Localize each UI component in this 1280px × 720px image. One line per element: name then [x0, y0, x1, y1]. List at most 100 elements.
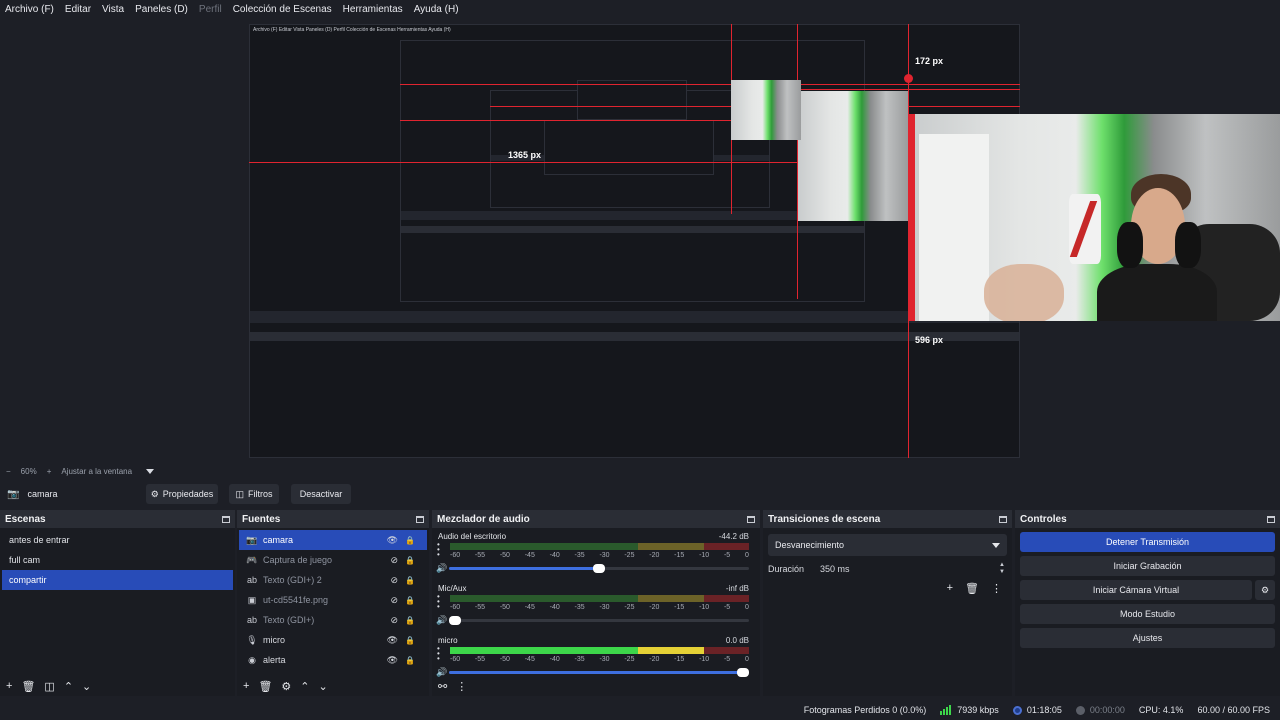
undock-icon[interactable] — [1267, 515, 1275, 523]
more-icon[interactable]: • • • — [437, 541, 440, 559]
undock-icon[interactable] — [416, 515, 424, 523]
menu-tools[interactable]: Herramientas — [343, 4, 403, 15]
volume-slider[interactable] — [449, 564, 749, 573]
scene-item[interactable]: full cam — [2, 550, 233, 570]
start-recording-button[interactable]: Iniciar Grabación — [1020, 556, 1275, 576]
lock-icon[interactable]: 🔒 — [405, 596, 415, 605]
fps-indicator: 60.00 / 60.00 FPS — [1197, 705, 1270, 715]
level-meter — [450, 595, 749, 602]
controls-dock: Controles Detener Transmisión Iniciar Gr… — [1015, 510, 1280, 696]
lock-icon[interactable]: 🔒 — [405, 556, 415, 565]
source-item[interactable]: ab Texto (GDI+) 2 ⊘ 🔒 — [239, 570, 427, 590]
preview-area[interactable]: Archivo (F) Editar Vista Paneles (D) Per… — [0, 18, 1280, 463]
chevron-down-icon[interactable]: ⌄ — [319, 680, 328, 693]
chevron-down-icon[interactable]: ⌄ — [82, 680, 91, 693]
source-item[interactable]: ◉ alerta 👁 🔒 — [239, 650, 427, 670]
menu-edit[interactable]: Editar — [65, 4, 91, 15]
menu-file[interactable]: Archivo (F) — [5, 4, 54, 15]
source-item[interactable]: 🎮 Captura de juego ⊘ 🔒 — [239, 550, 427, 570]
transitions-title: Transiciones de escena — [768, 513, 881, 525]
filters-button[interactable]: ◫ Filtros — [229, 484, 279, 504]
menu-docks[interactable]: Paneles (D) — [135, 4, 188, 15]
zoom-fit-label[interactable]: Ajustar a la ventana — [61, 467, 132, 476]
properties-button[interactable]: ⚙ Propiedades — [146, 484, 218, 504]
stream-status-icon — [1012, 705, 1022, 715]
lock-icon[interactable]: 🔒 — [405, 536, 415, 545]
add-icon[interactable]: + — [243, 680, 249, 692]
eye-icon[interactable]: 👁 — [387, 535, 398, 546]
speaker-icon[interactable]: 🔊 — [436, 563, 447, 574]
trash-icon[interactable]: 🗑 — [965, 582, 979, 595]
speaker-icon[interactable]: 🔊 — [436, 615, 447, 626]
source-item[interactable]: ▣ ut-cd5541fe.png ⊘ 🔒 — [239, 590, 427, 610]
more-icon[interactable]: ⋮ — [991, 582, 1002, 595]
chevron-up-icon[interactable]: ⌃ — [300, 680, 309, 693]
stream-time-value: 01:18:05 — [1026, 705, 1062, 715]
eye-off-icon[interactable]: ⊘ — [390, 555, 398, 566]
volume-slider[interactable] — [449, 668, 749, 677]
deactivate-button[interactable]: Desactivar — [291, 484, 351, 504]
source-item[interactable]: 🎙 micro 👁 🔒 — [239, 630, 427, 650]
lock-icon[interactable]: 🔒 — [405, 576, 415, 585]
trash-icon[interactable]: 🗑 — [21, 680, 35, 693]
zoom-out-button[interactable]: − — [6, 467, 11, 476]
chevron-up-icon[interactable]: ⌃ — [64, 680, 73, 693]
zoom-bar: − 60% + Ajustar a la ventana — [0, 463, 1280, 479]
menu-help[interactable]: Ayuda (H) — [414, 4, 459, 15]
eye-icon[interactable]: 👁 — [387, 655, 398, 666]
transition-select[interactable]: Desvanecimiento — [768, 534, 1007, 556]
lock-icon[interactable]: 🔒 — [405, 636, 415, 645]
eye-off-icon[interactable]: ⊘ — [390, 615, 398, 626]
undock-icon[interactable] — [222, 515, 230, 523]
zoom-in-button[interactable]: + — [47, 467, 52, 476]
source-item[interactable]: 📷 camara 👁 🔒 — [239, 530, 427, 550]
settings-button[interactable]: Ajustes — [1020, 628, 1275, 648]
channel-name: Mic/Aux — [438, 584, 467, 593]
scene-item-selected[interactable]: compartir — [2, 570, 233, 590]
link-icon[interactable]: ⚯ — [438, 680, 447, 693]
eye-icon[interactable]: 👁 — [387, 635, 398, 646]
volume-knob[interactable] — [593, 564, 605, 573]
deactivate-label: Desactivar — [299, 489, 343, 499]
spin-icon[interactable]: ▲ ▼ — [997, 562, 1007, 576]
scenes-footer: + 🗑 ◫ ⌃ ⌄ — [0, 676, 235, 696]
more-icon[interactable]: • • • — [437, 593, 440, 611]
volume-fill — [449, 567, 599, 570]
add-icon[interactable]: + — [6, 680, 12, 692]
volume-slider[interactable] — [449, 616, 749, 625]
lock-icon[interactable]: 🔒 — [405, 616, 415, 625]
nested-window-5 — [577, 80, 687, 120]
cpu-usage: CPU: 4.1% — [1138, 705, 1184, 715]
nested-menu-text: Archivo (F) Editar Vista Paneles (D) Per… — [253, 27, 451, 33]
menu-view[interactable]: Vista — [102, 4, 124, 15]
undock-icon[interactable] — [747, 515, 755, 523]
meter-tick-label: -15 — [674, 656, 685, 663]
menu-profile[interactable]: Perfil — [199, 4, 222, 15]
eye-off-icon[interactable]: ⊘ — [390, 595, 398, 606]
meter-tick-label: -45 — [524, 552, 535, 559]
meter-tick-label: -15 — [674, 552, 685, 559]
scene-item[interactable]: antes de entrar — [2, 530, 233, 550]
volume-knob[interactable] — [449, 616, 461, 625]
more-icon[interactable]: • • • — [437, 645, 440, 663]
webcam-source[interactable] — [909, 114, 1280, 321]
menu-scene-collection[interactable]: Colección de Escenas — [233, 4, 332, 15]
virtual-camera-settings-button[interactable]: ⚙ — [1255, 580, 1275, 600]
sources-title: Fuentes — [242, 513, 281, 525]
duration-input[interactable]: 350 ms ▲ ▼ — [812, 558, 1007, 580]
filter-icon[interactable]: ◫ — [44, 680, 54, 693]
stop-stream-button[interactable]: Detener Transmisión — [1020, 532, 1275, 552]
add-icon[interactable]: + — [947, 582, 953, 595]
lock-icon[interactable]: 🔒 — [405, 656, 415, 665]
gear-icon[interactable]: ⚙ — [281, 680, 291, 693]
eye-off-icon[interactable]: ⊘ — [390, 575, 398, 586]
more-icon[interactable]: ⋮ — [456, 680, 467, 693]
preview-canvas[interactable]: Archivo (F) Editar Vista Paneles (D) Per… — [249, 24, 1020, 458]
stream-time: 01:18:05 — [1012, 705, 1062, 715]
trash-icon[interactable]: 🗑 — [258, 680, 272, 693]
start-virtual-camera-button[interactable]: Iniciar Cámara Virtual — [1020, 580, 1252, 600]
zoom-dropdown-icon[interactable] — [146, 468, 155, 474]
studio-mode-button[interactable]: Modo Estudio — [1020, 604, 1275, 624]
source-item[interactable]: ab Texto (GDI+) ⊘ 🔒 — [239, 610, 427, 630]
undock-icon[interactable] — [999, 515, 1007, 523]
